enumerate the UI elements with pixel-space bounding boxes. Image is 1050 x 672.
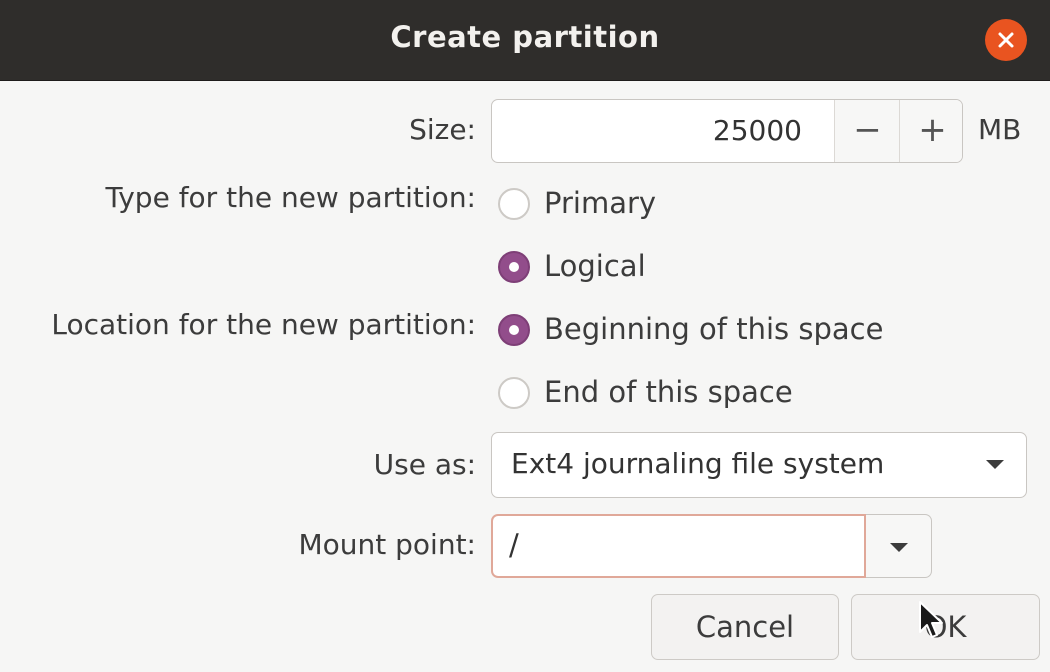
radio-logical-indicator[interactable] [498,251,530,283]
use-as-selected: Ext4 journaling file system [511,447,885,480]
radio-logical-label: Logical [544,249,646,283]
use-as-dropdown[interactable]: Ext4 journaling file system [491,432,1027,498]
mouse-cursor-icon [919,601,943,638]
radio-end-label: End of this space [544,375,793,409]
dialog-title: Create partition [390,20,660,54]
size-increment-button[interactable]: + [899,100,962,162]
type-label: Type for the new partition: [105,181,476,214]
radio-beginning-label: Beginning of this space [544,312,884,346]
close-icon [998,32,1014,48]
create-partition-dialog: Create partition Size: 25000 − + MB Type… [0,0,1050,672]
size-spinbox: 25000 − + [491,99,963,163]
mount-point-dropdown-button[interactable] [866,514,932,578]
cancel-button[interactable]: Cancel [651,594,839,660]
radio-primary-indicator[interactable] [498,188,530,220]
size-unit: MB [978,113,1022,146]
radio-beginning-indicator[interactable] [498,314,530,346]
chevron-down-icon [986,460,1004,469]
size-decrement-button[interactable]: − [834,100,900,162]
close-button[interactable] [985,19,1027,61]
mount-point-label: Mount point: [298,528,476,561]
radio-end-indicator[interactable] [498,377,530,409]
size-label: Size: [409,113,476,146]
use-as-label: Use as: [373,448,476,481]
chevron-down-icon [890,543,908,552]
mount-point-value: / [509,528,519,562]
radio-primary-label: Primary [544,186,657,220]
title-bar: Create partition [0,0,1050,81]
mount-point-input[interactable]: / [491,514,866,578]
size-input[interactable]: 25000 [492,100,834,162]
location-label: Location for the new partition: [51,308,476,341]
